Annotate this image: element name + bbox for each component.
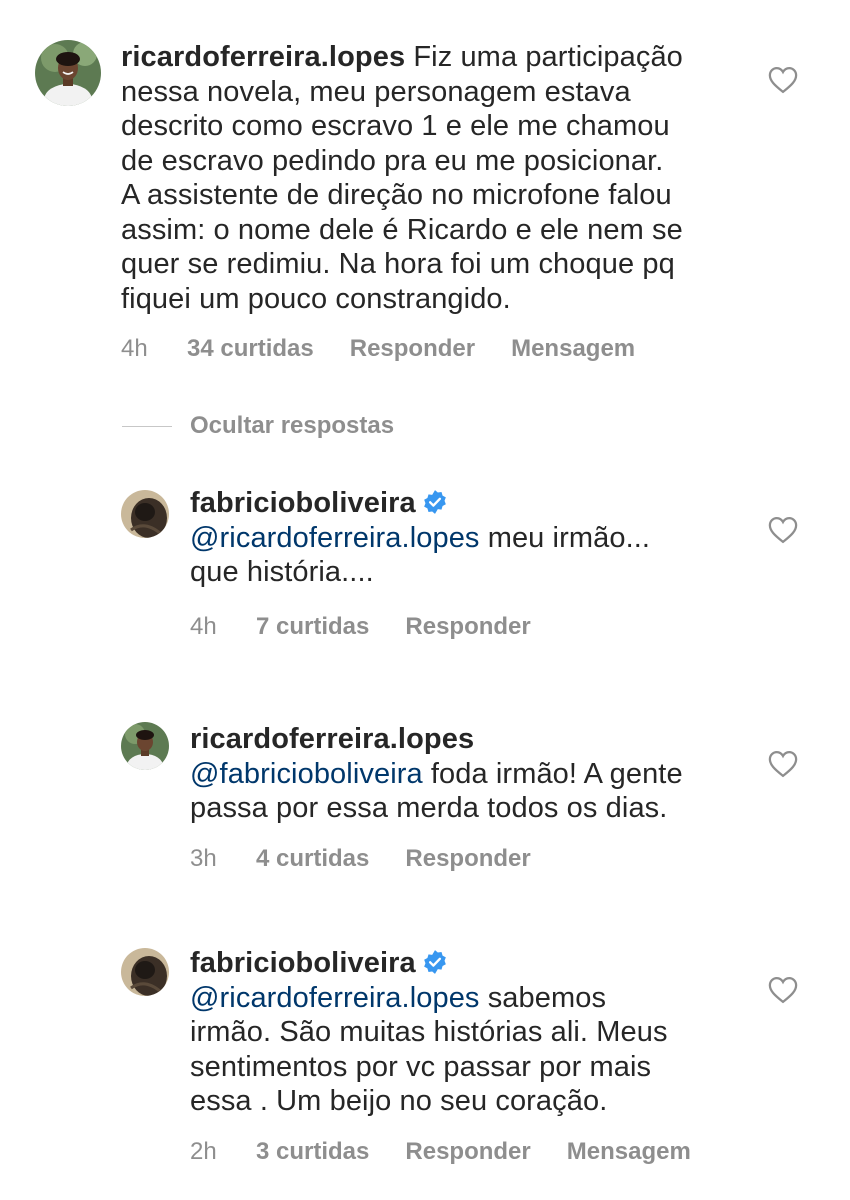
message-button[interactable]: Mensagem [567, 1138, 691, 1166]
comment-text-line-7: quer se redimiu. Na hora foi um choque p… [121, 248, 675, 280]
avatar-ricardoferreira[interactable] [35, 40, 101, 106]
reply-button[interactable]: Responder [405, 1138, 530, 1166]
reply-3-username[interactable]: fabricioboliveira [190, 947, 416, 979]
comment-text-line-6: assim: o nome dele é Ricardo e ele nem s… [121, 213, 683, 246]
comment-main: ricardoferreira.lopes Fiz uma participaç… [0, 0, 850, 400]
comment-likes[interactable]: 34 curtidas [187, 335, 314, 363]
heart-outline-icon[interactable] [768, 66, 798, 94]
verified-badge-icon [423, 490, 446, 514]
reply-2-meta: 3h 4 curtidas Responder [190, 845, 531, 873]
avatar-fabricioboliveira[interactable] [121, 948, 169, 996]
reply-button[interactable]: Responder [405, 845, 530, 873]
comment-text-line-2: nessa novela, meu personagem estava [121, 75, 631, 108]
reply-1-text-line-1: meu irmão... [479, 521, 651, 554]
comment-text-line-8: fiquei um pouco constrangido. [121, 282, 511, 315]
hide-replies-button[interactable]: Ocultar respostas [122, 412, 394, 442]
reply-likes[interactable]: 3 curtidas [256, 1138, 369, 1166]
reply-button[interactable]: Responder [350, 335, 475, 363]
verified-badge-icon [423, 950, 446, 974]
reply-button[interactable]: Responder [405, 613, 530, 641]
heart-outline-icon[interactable] [768, 976, 798, 1004]
reply-3-text-line-3: sentimentos por vc passar por mais [190, 1050, 652, 1083]
reply-1-text: fabricioboliveira @ricardoferreira.lopes… [190, 486, 750, 590]
reply-likes[interactable]: 7 curtidas [256, 613, 369, 641]
reply-2-text: ricardoferreira.lopes @fabricioboliveira… [190, 722, 750, 826]
reply-time: 3h [190, 845, 217, 872]
avatar-ricardoferreira[interactable] [121, 722, 169, 770]
reply-1-meta: 4h 7 curtidas Responder [190, 613, 531, 641]
reply-3-text-line-2: irmão. São muitas histórias ali. Meus [190, 1016, 668, 1048]
reply-time: 4h [190, 613, 217, 640]
reply-3-text-line-1: sabemos [479, 981, 607, 1014]
mention-link[interactable]: @ricardoferreira.lopes [190, 522, 480, 554]
reply-1-text-line-2: que história.... [190, 556, 374, 588]
reply-2-text-line-1: foda irmão! A gente [422, 757, 683, 790]
reply-likes[interactable]: 4 curtidas [256, 845, 369, 873]
comment-text: ricardoferreira.lopes Fiz uma participaç… [121, 40, 741, 316]
heart-outline-icon[interactable] [768, 750, 798, 778]
divider-line [122, 426, 172, 428]
mention-link[interactable]: @ricardoferreira.lopes [190, 982, 480, 1014]
comment-text-line-3: descrito como escravo 1 e ele me chamou [121, 110, 670, 142]
message-button[interactable]: Mensagem [511, 335, 635, 363]
reply-2-username[interactable]: ricardoferreira.lopes [190, 722, 750, 757]
comment-text-line-4: de escravo pedindo pra eu me posicionar. [121, 144, 664, 177]
hide-replies-label[interactable]: Ocultar respostas [190, 412, 394, 439]
reply-3-text: fabricioboliveira @ricardoferreira.lopes… [190, 946, 750, 1119]
reply-3-text-line-4: essa . Um beijo no seu coração. [190, 1085, 608, 1117]
comment-meta: 4h 34 curtidas Responder Mensagem [121, 335, 635, 363]
reply-1-username[interactable]: fabricioboliveira [190, 487, 416, 519]
reply-2-text-line-2: passa por essa merda todos os dias. [190, 792, 668, 824]
comment-username[interactable]: ricardoferreira.lopes [121, 41, 405, 73]
heart-outline-icon[interactable] [768, 516, 798, 544]
comment-text-line-1: Fiz uma participação [413, 41, 683, 73]
comment-text-line-5: A assistente de direção no microfone fal… [121, 179, 672, 211]
comment-time: 4h [121, 335, 148, 362]
avatar-fabricioboliveira[interactable] [121, 490, 169, 538]
reply-3-meta: 2h 3 curtidas Responder Mensagem [190, 1138, 691, 1166]
reply-time: 2h [190, 1138, 217, 1165]
mention-link[interactable]: @fabricioboliveira [190, 758, 423, 790]
